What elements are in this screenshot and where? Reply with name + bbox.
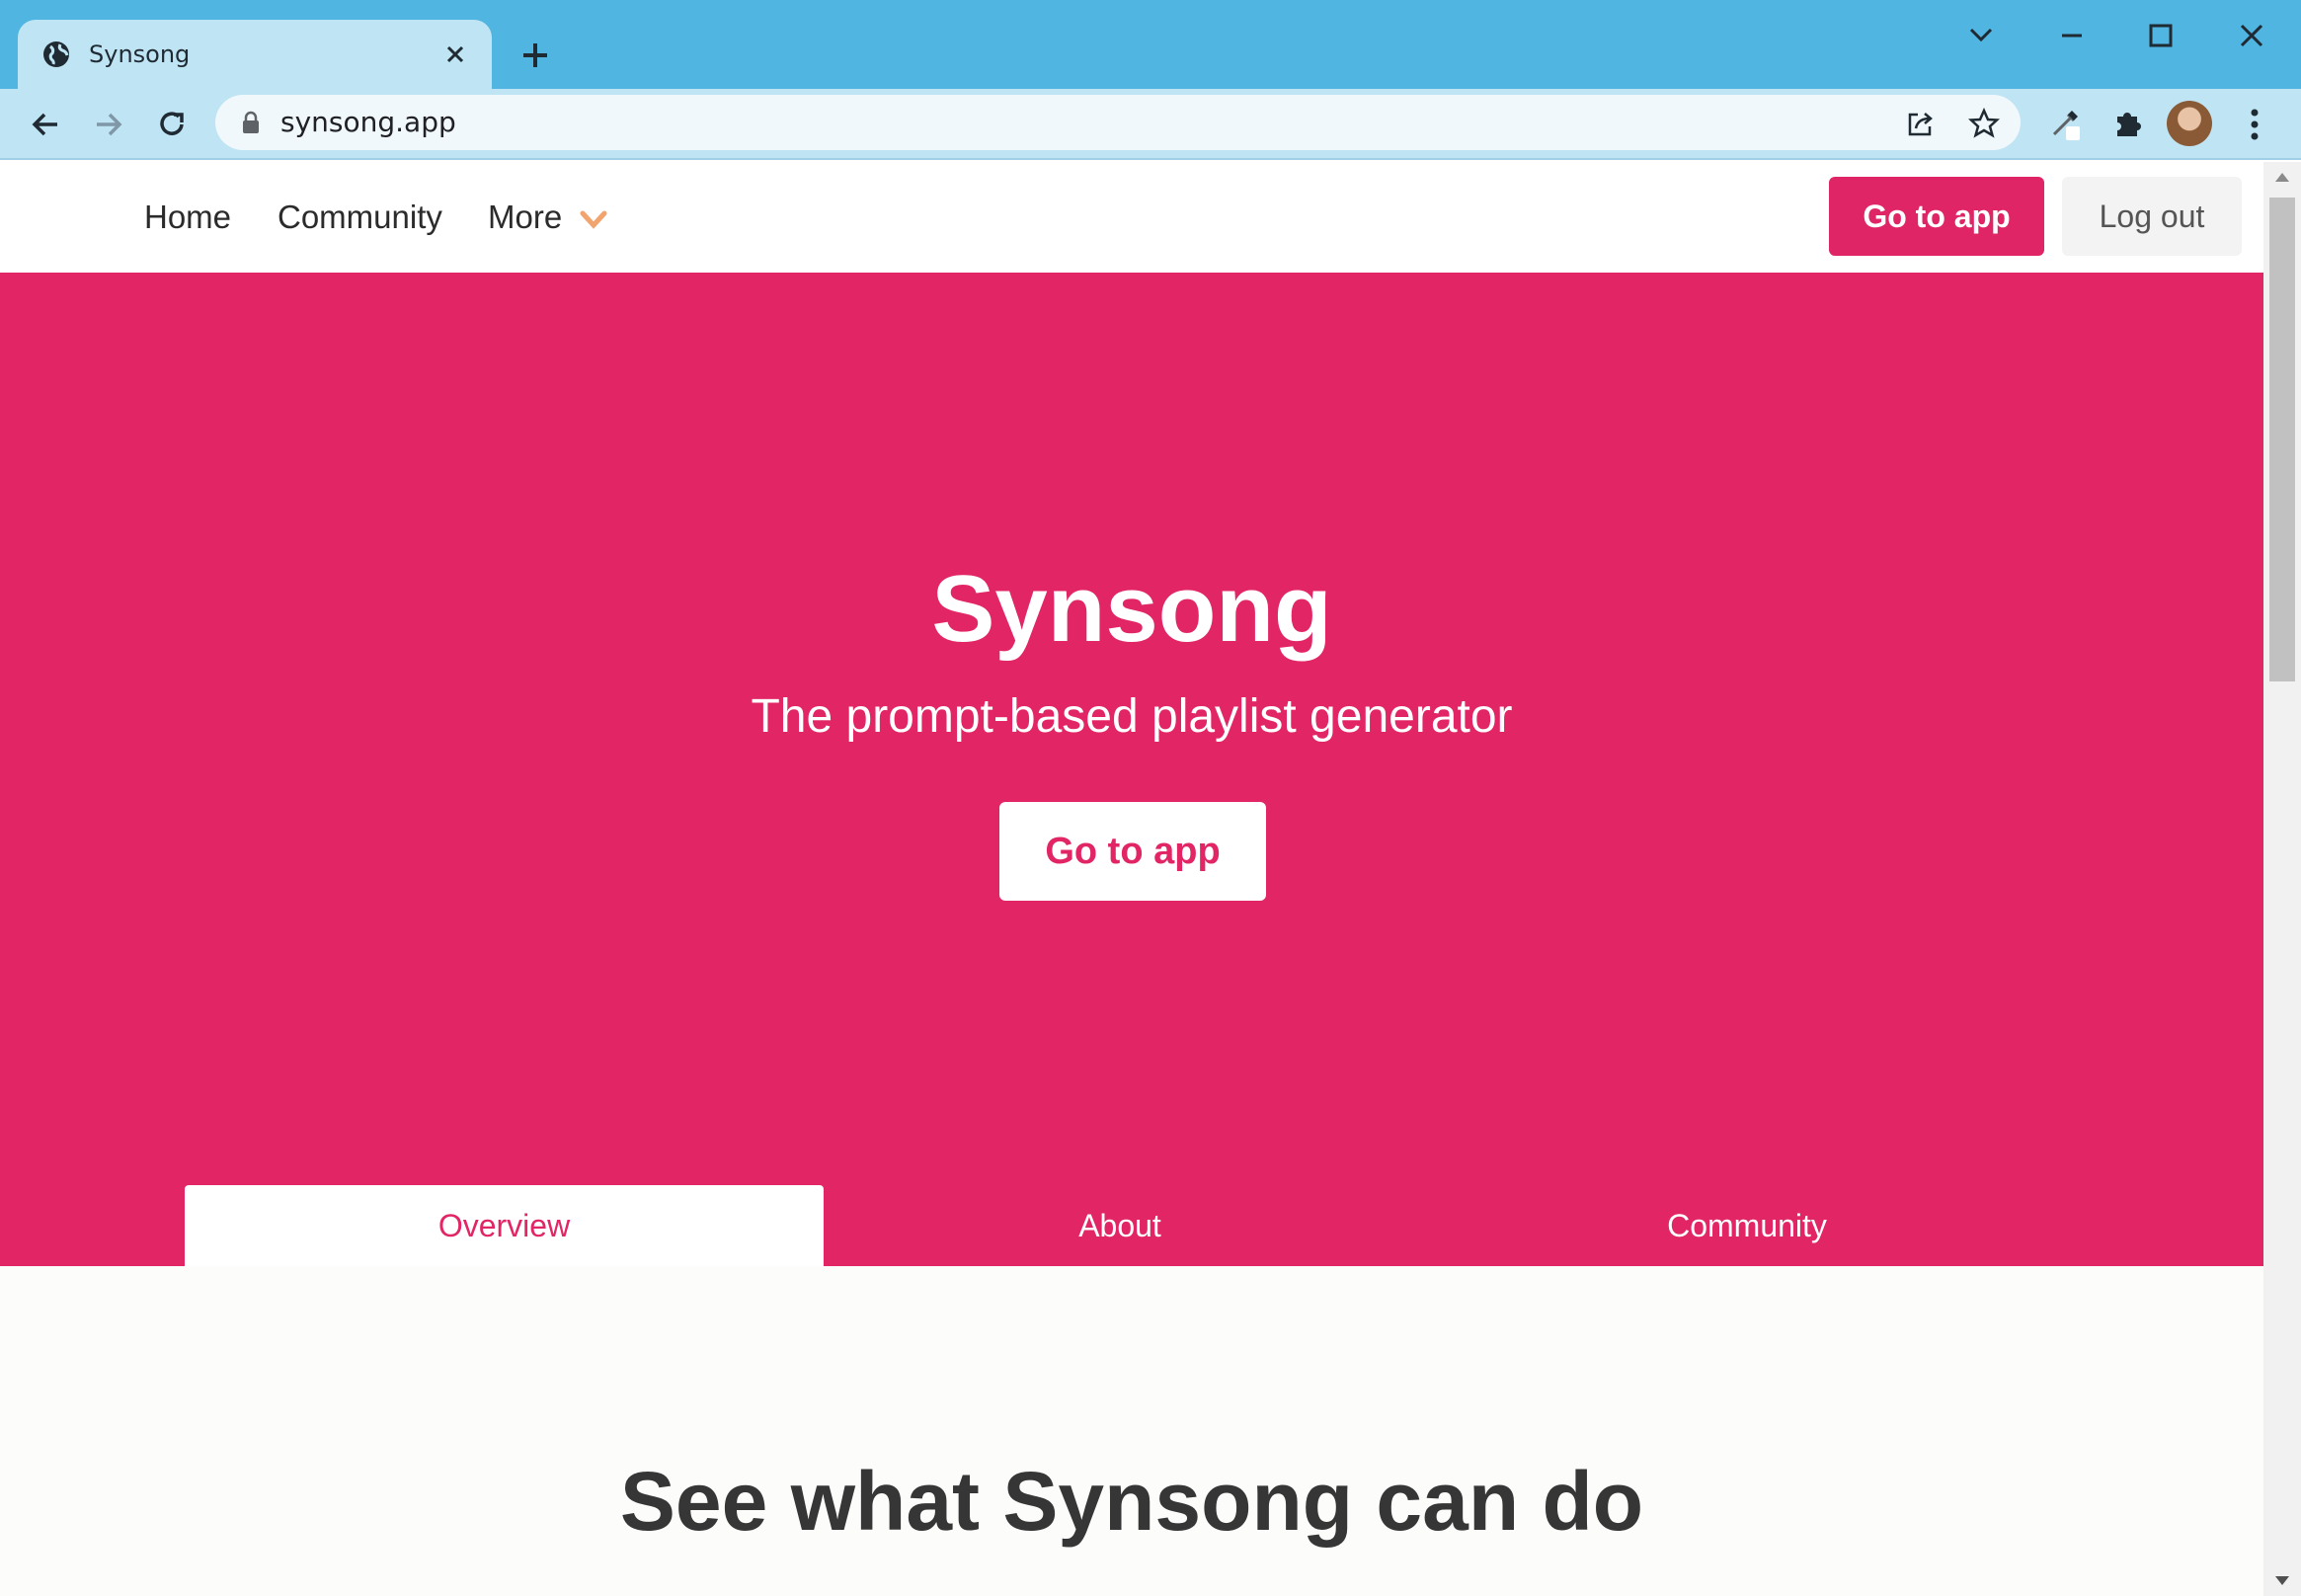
bookmark-star-icon[interactable] [1967, 107, 2001, 140]
forward-arrow-icon[interactable] [89, 105, 128, 144]
hero-title: Synsong [931, 556, 1332, 662]
eyedropper-extension-icon[interactable] [2046, 105, 2084, 142]
tab-about[interactable]: About [824, 1185, 1416, 1266]
extensions-puzzle-icon[interactable] [2109, 105, 2147, 142]
hero-section: Synsong The prompt-based playlist genera… [0, 273, 2263, 1266]
browser-titlebar: Synsong [0, 0, 2301, 89]
globe-icon [43, 41, 69, 67]
nav-link-community[interactable]: Community [278, 196, 442, 239]
address-bar[interactable]: synsong.app [215, 95, 2021, 150]
log-out-button[interactable]: Log out [2062, 177, 2242, 256]
scroll-down-arrow-icon[interactable] [2273, 1574, 2291, 1588]
hero-subtitle: The prompt-based playlist generator [751, 690, 1513, 743]
browser-tab[interactable]: Synsong [18, 20, 492, 89]
chevron-down-icon[interactable] [579, 209, 608, 231]
nav-link-home[interactable]: Home [144, 196, 231, 239]
close-icon[interactable] [440, 40, 470, 69]
browser-toolbar: synsong.app [0, 89, 2301, 160]
minimize-icon[interactable] [2050, 14, 2094, 57]
section-heading: See what Synsong can do [619, 1455, 1644, 1548]
profile-avatar[interactable] [2167, 101, 2212, 146]
nav-link-more[interactable]: More [488, 196, 562, 239]
page-viewport: Home Community More Go to app Log out Sy… [0, 162, 2263, 1596]
tab-search-chevron-icon[interactable] [1959, 14, 2003, 57]
url-text[interactable]: synsong.app [280, 105, 456, 140]
scroll-up-arrow-icon[interactable] [2273, 170, 2291, 184]
lock-icon[interactable] [241, 111, 261, 134]
page-scrollbar[interactable] [2263, 162, 2301, 1596]
reload-icon[interactable] [152, 105, 192, 144]
scrollbar-thumb[interactable] [2269, 198, 2295, 681]
browser-menu-icon[interactable] [2240, 105, 2269, 144]
share-icon[interactable] [1904, 107, 1938, 140]
hero-go-to-app-button[interactable]: Go to app [999, 802, 1266, 901]
site-navbar: Home Community More Go to app Log out [0, 162, 2263, 273]
tab-community[interactable]: Community [1416, 1185, 2078, 1266]
maximize-icon[interactable] [2139, 14, 2182, 57]
new-tab-icon[interactable] [516, 36, 555, 75]
tab-overview[interactable]: Overview [185, 1185, 824, 1266]
go-to-app-button[interactable]: Go to app [1829, 177, 2044, 256]
window-close-icon[interactable] [2230, 14, 2273, 57]
tab-title: Synsong [89, 40, 191, 68]
back-arrow-icon[interactable] [26, 105, 65, 144]
